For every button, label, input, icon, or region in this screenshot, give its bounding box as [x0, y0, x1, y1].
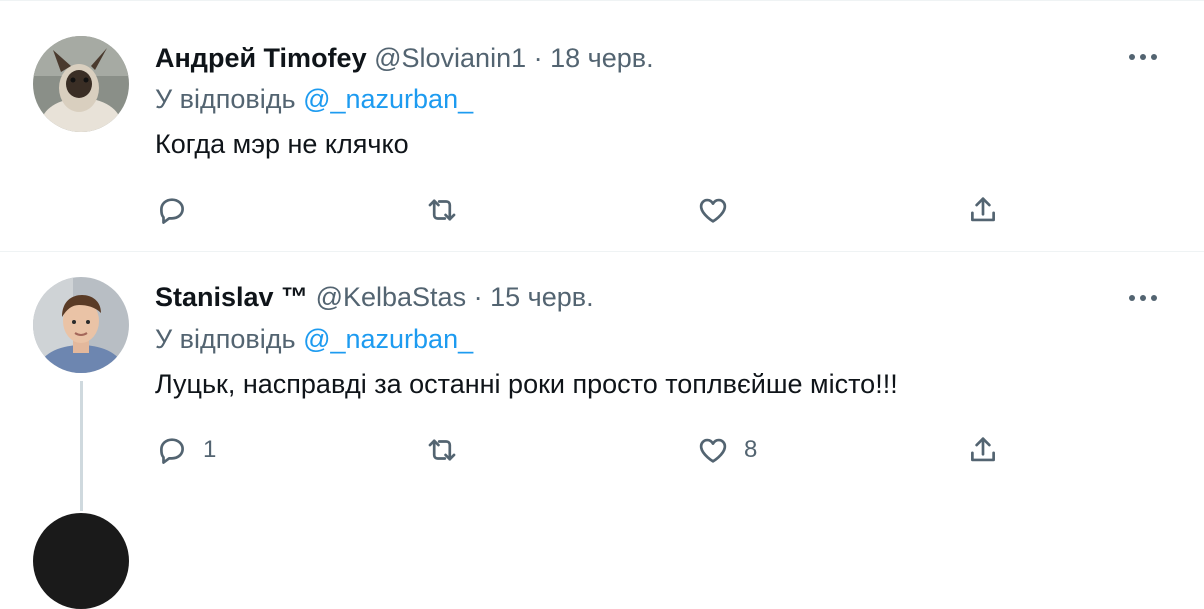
reply-context: У відповідь @_nazurban_ — [155, 84, 473, 115]
share-button[interactable] — [966, 192, 1000, 228]
tweet-date[interactable]: 15 черв. — [490, 282, 593, 312]
tweet-date[interactable]: 18 черв. — [550, 43, 653, 73]
like-button[interactable] — [696, 192, 744, 228]
reply-bubble-icon — [160, 438, 184, 464]
reply-prefix: У відповідь — [155, 84, 296, 114]
reply-button[interactable]: 1 — [155, 432, 216, 468]
thread-connector-line — [80, 381, 83, 511]
share-upload-icon — [971, 197, 995, 222]
retweet-icon — [428, 199, 456, 221]
display-name[interactable]: Андрей Timofey — [155, 43, 367, 73]
reply-to-link[interactable]: @_nazurban_ — [303, 84, 473, 114]
like-button[interactable]: 8 — [696, 432, 757, 468]
reply-button[interactable] — [155, 192, 203, 228]
heart-icon — [699, 438, 727, 463]
reply-bubble-icon — [160, 198, 184, 224]
tweet[interactable]: Андрей Timofey @Slovianin1 · 18 черв. У … — [0, 0, 1204, 252]
more-options-icon[interactable] — [1129, 48, 1163, 66]
retweet-button[interactable] — [425, 192, 473, 228]
tweet-header: Stanislav ™ @KelbaStas · 15 черв. — [155, 281, 594, 313]
more-options-icon[interactable] — [1129, 289, 1163, 307]
user-handle[interactable]: @KelbaStas — [316, 282, 467, 312]
separator-dot: · — [473, 282, 483, 312]
tweet-text: Когда мэр не клячко — [155, 129, 409, 159]
avatar[interactable] — [33, 277, 129, 373]
next-tweet-avatar[interactable] — [33, 513, 129, 609]
display-name[interactable]: Stanislav ™ — [155, 282, 308, 312]
avatar[interactable] — [33, 36, 129, 132]
user-handle[interactable]: @Slovianin1 — [374, 43, 526, 73]
like-count: 8 — [744, 436, 758, 463]
separator-dot: · — [533, 43, 543, 73]
tweet-text: Луцьк, насправді за останні роки просто … — [155, 369, 898, 399]
reply-to-link[interactable]: @_nazurban_ — [303, 324, 473, 354]
share-upload-icon — [971, 437, 995, 462]
reply-prefix: У відповідь — [155, 324, 296, 354]
reply-context: У відповідь @_nazurban_ — [155, 324, 473, 355]
heart-icon — [699, 198, 727, 223]
tweet[interactable]: Stanislav ™ @KelbaStas · 15 черв. У відп… — [0, 251, 1204, 522]
retweet-button[interactable] — [425, 432, 473, 468]
share-button[interactable] — [966, 432, 1000, 468]
tweet-header: Андрей Timofey @Slovianin1 · 18 черв. — [155, 42, 654, 74]
retweet-icon — [428, 439, 456, 461]
reply-count: 1 — [203, 436, 217, 463]
